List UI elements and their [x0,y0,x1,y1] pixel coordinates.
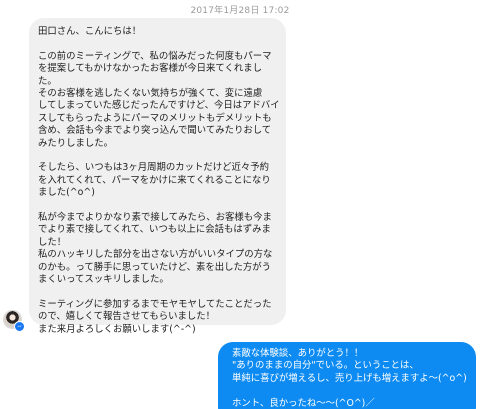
message-line: した！ [38,236,67,248]
message-line: この前のミーティングで、私の悩みだった何度もパーマ [38,50,272,62]
message-line: そのお客様を逃したくない気持ちが強くて、変に遠慮 [38,88,263,100]
outgoing-message-bubble[interactable]: 素敵な体験談、ありがとう！！ "ありのままの自分"でいる。ということは、 単純に喜び… [218,342,476,409]
message-line: ので、嬉しくて報告させてもらいました！ [38,311,215,323]
message-line: のかも。って勝手に思っていたけど、素を出した方がう [38,261,271,273]
message-line: みたりしました。 [38,137,114,149]
incoming-message-bubble[interactable]: 田口さん、こんにちは！ この前のミーティングで、私の悩みだった何度もパーマ を提案し… [29,18,286,335]
message-line: スしてもらったようにパーマのメリットもデメリットも [38,112,272,124]
message-line: "ありのままの自分"でいる。ということは、 [232,360,419,372]
chat-screen: 2017年1月28日 17:02 田口さん、こんにちは！ この前のミーティングで、… [0,0,480,409]
message-line: ホント、良かったね〜〜(^O^)／ [232,397,375,409]
message-line: してしまっていた感じだったんですけど、今日はアドバイ [38,100,280,112]
message-line: を提案してもかけなかったお客様が今日来てくれまし [38,63,262,75]
message-line: を入れてくれて、パーマをかけに来てくれることになり [38,174,271,186]
message-line: ました(^o^) [38,187,95,199]
message-line: た。 [38,75,57,87]
message-line: 田口さん、こんにちは！ [38,26,142,37]
message-line: そしたら、いつもは3ヶ月周期のカットだけど近々予約 [38,162,269,174]
messenger-badge-icon [14,321,25,332]
message-line: 私のハッキリした部分を出さない方がいいタイプの方な [38,249,273,261]
message-line: 含め、会話も今までより突っ込んで聞いてみたりおして [38,125,272,137]
message-line: 私が今までよりかなり素で接してみたら、お客様も今ま [38,212,272,224]
message-line: ミーティングに参加するまでモヤモヤしてたことだった [38,298,272,310]
message-line: まくいってスッキリしました。 [38,274,169,286]
message-line: 単純に喜びが増えるし、売り上げも増えますよ〜(^o^) [232,372,467,384]
message-line: また来月よろしくお願いします(^-^) [38,323,196,335]
message-line: 素敵な体験談、ありがとう！！ [232,348,364,359]
message-timestamp: 2017年1月28日 17:02 [190,6,290,16]
message-line: でより素で接してくれて、いつも以上に会話もはずみま [38,224,271,236]
